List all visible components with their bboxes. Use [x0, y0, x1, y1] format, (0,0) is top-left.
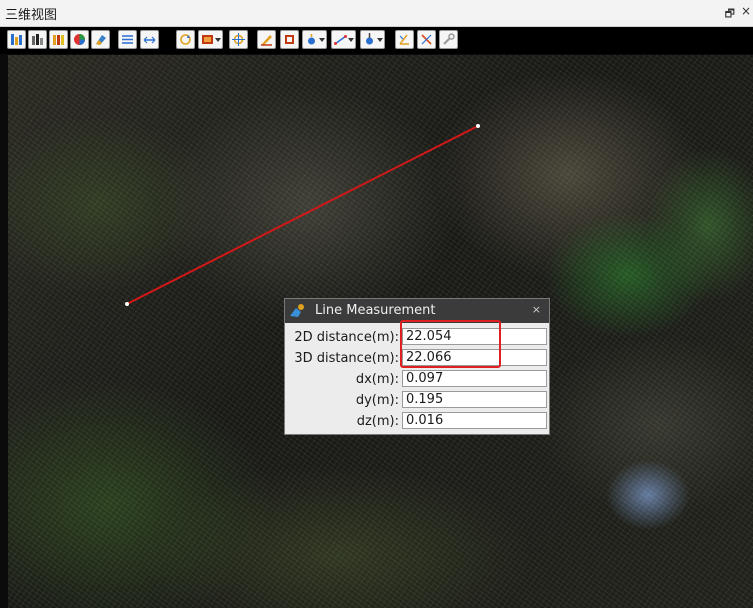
label-dy: dy(m):	[355, 393, 399, 408]
rgb-color-button[interactable]	[70, 30, 89, 49]
intensity-color-icon	[32, 34, 43, 45]
dialog-title: Line Measurement	[315, 303, 436, 318]
close-icon[interactable]: ×	[741, 4, 751, 18]
row-dy: dy(m): 0.195	[285, 390, 549, 411]
center-target-icon	[232, 33, 245, 46]
clear-measure-icon	[421, 34, 432, 45]
label-dz: dz(m):	[356, 414, 399, 429]
eraser-icon	[96, 35, 106, 45]
clear-measure-button[interactable]	[417, 30, 436, 49]
rotate-icon	[180, 34, 191, 45]
toolbar	[0, 27, 753, 54]
filter-button[interactable]	[118, 30, 137, 49]
close-icon[interactable]: ×	[532, 303, 541, 316]
window-title: 三维视图	[5, 8, 58, 23]
fit-view-icon	[143, 36, 156, 44]
field-dx[interactable]: 0.097	[402, 370, 547, 387]
measurement-end-point	[476, 124, 480, 128]
label-dx: dx(m):	[355, 372, 399, 387]
draw-polygon-icon	[261, 35, 272, 46]
measure-angle-button[interactable]	[395, 30, 414, 49]
measurement-start-point	[125, 302, 129, 306]
fit-view-button[interactable]	[140, 30, 159, 49]
label-3d-distance: 3D distance(m):	[294, 351, 399, 366]
chevron-down-icon	[377, 38, 383, 42]
label-2d-distance: 2D distance(m):	[294, 330, 399, 345]
filter-icon	[122, 35, 133, 44]
draw-polygon-button[interactable]	[257, 30, 276, 49]
measure-height-dropdown-button[interactable]	[360, 30, 385, 49]
field-dz[interactable]: 0.016	[402, 412, 547, 429]
view-dropdown-icon	[202, 35, 213, 44]
measure-line-icon	[334, 35, 347, 45]
view-dropdown-button[interactable]	[198, 30, 223, 49]
measurement-segment	[126, 125, 479, 305]
clip-box-button[interactable]	[280, 30, 299, 49]
classification-color-icon	[53, 35, 64, 45]
rgb-color-icon	[74, 34, 85, 45]
classification-color-button[interactable]	[49, 30, 68, 49]
center-target-button[interactable]	[229, 30, 248, 49]
intensity-color-button[interactable]	[28, 30, 47, 49]
measure-height-icon	[366, 33, 373, 45]
chevron-down-icon	[348, 38, 354, 42]
elevation-color-button[interactable]	[7, 30, 26, 49]
measure-angle-icon	[399, 34, 409, 45]
row-dx: dx(m): 0.097	[285, 369, 549, 390]
chevron-down-icon	[215, 38, 221, 42]
restore-icon[interactable]: 🗗	[725, 5, 735, 24]
measure-tool-icon	[290, 304, 304, 317]
select-point-icon	[308, 34, 315, 45]
select-point-dropdown-button[interactable]	[302, 30, 327, 49]
window-titlebar: 三维视图 🗗 ×	[0, 0, 753, 27]
elevation-color-icon	[11, 34, 22, 45]
settings-tools-button[interactable]	[439, 30, 458, 49]
rotate-button[interactable]	[176, 30, 195, 49]
settings-tools-icon	[443, 33, 455, 45]
field-dy[interactable]: 0.195	[402, 391, 547, 408]
eraser-button[interactable]	[91, 30, 110, 49]
distance-highlight-box	[400, 320, 501, 368]
measure-line-dropdown-button[interactable]	[331, 30, 356, 49]
chevron-down-icon	[319, 38, 325, 42]
row-dz: dz(m): 0.016	[285, 411, 549, 432]
clip-box-icon	[285, 35, 294, 44]
